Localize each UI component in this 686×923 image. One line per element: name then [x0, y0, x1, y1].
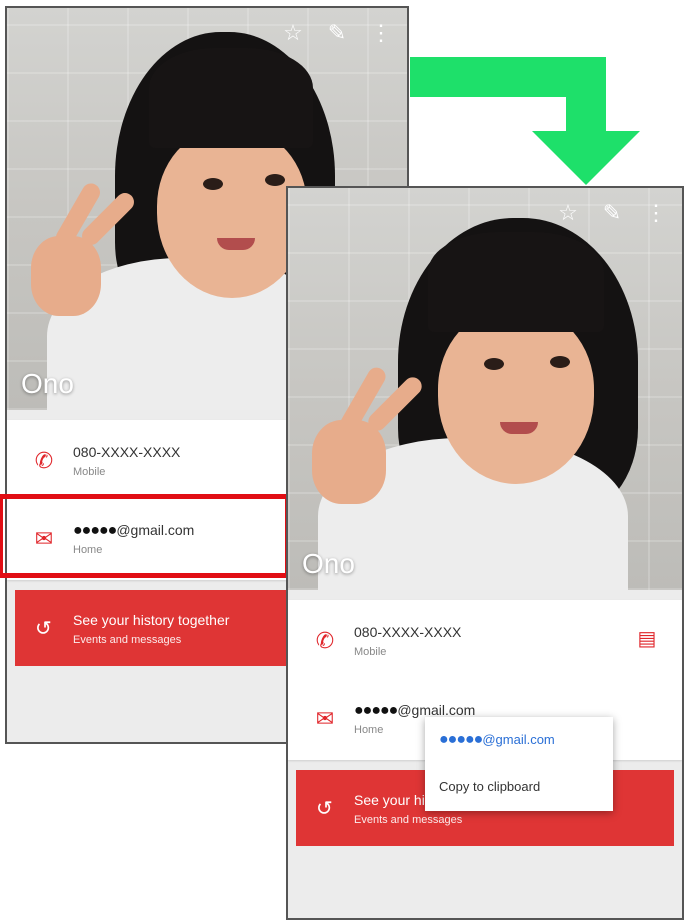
star-icon[interactable]: ☆ [281, 20, 305, 46]
email-row-highlight [0, 494, 290, 578]
more-vert-icon[interactable]: ⋮ [644, 200, 668, 226]
contact-name: Ono [21, 368, 74, 399]
phone-icon: ✆ [34, 448, 54, 473]
history-subtitle: Events and messages [73, 634, 182, 646]
phone-type: Mobile [73, 466, 106, 478]
phone-row[interactable]: ✆ 080-XXXX-XXXX Mobile ▤ [288, 606, 682, 676]
history-icon: ↺ [316, 798, 333, 820]
email-icon: ✉ [315, 706, 335, 731]
star-icon[interactable]: ☆ [556, 200, 580, 226]
more-vert-icon[interactable]: ⋮ [369, 20, 393, 46]
email-context-menu: ●●●●●@gmail.com Copy to clipboard [425, 717, 613, 811]
phone-type: Mobile [354, 646, 387, 658]
contact-name: Ono [302, 548, 355, 579]
email-type: Home [354, 724, 384, 736]
phone-number: 080-XXXX-XXXX [354, 624, 462, 640]
pencil-icon[interactable]: ✎ [325, 20, 349, 46]
phone-number: 080-XXXX-XXXX [73, 444, 181, 460]
phone-icon: ✆ [315, 628, 335, 653]
copy-to-clipboard-item[interactable]: Copy to clipboard [439, 779, 540, 794]
history-title: See your history together [73, 612, 230, 628]
transition-arrow [410, 57, 640, 185]
context-menu-email[interactable]: ●●●●●@gmail.com [439, 731, 555, 749]
history-icon: ↺ [35, 618, 52, 640]
pencil-icon[interactable]: ✎ [600, 200, 624, 226]
history-subtitle: Events and messages [354, 814, 463, 826]
contact-photo: ☆ ✎ ⋮ Ono [288, 188, 682, 590]
message-icon[interactable]: ▤ [636, 628, 658, 650]
child-figure [288, 188, 682, 590]
